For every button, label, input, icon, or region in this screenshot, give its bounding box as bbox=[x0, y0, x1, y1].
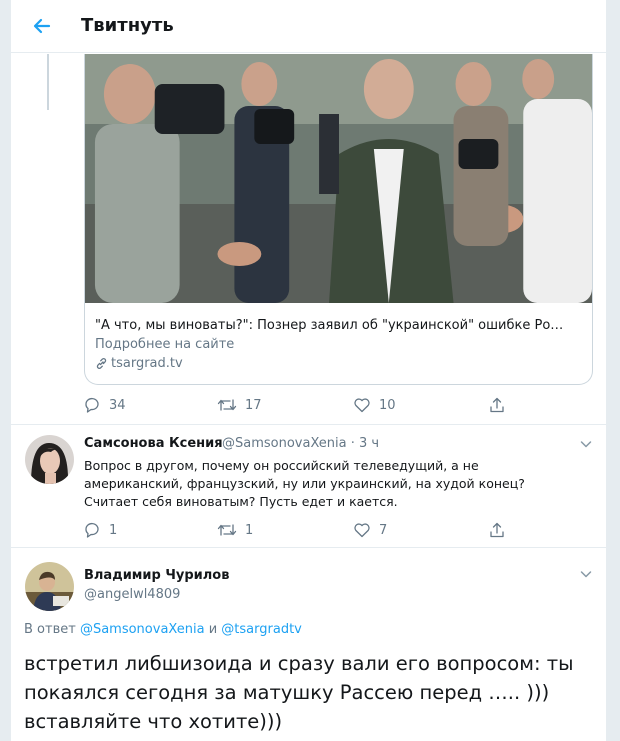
author-handle[interactable]: @angelwl4809 bbox=[84, 587, 180, 602]
reply-actions: 1 1 7 bbox=[83, 521, 523, 541]
in-reply-and: и bbox=[208, 622, 218, 637]
main-tweet: Владимир Чурилов @angelwl4809 В ответ @S… bbox=[11, 547, 606, 741]
reply-icon bbox=[85, 397, 99, 413]
retweet-icon bbox=[217, 524, 237, 536]
reply-text: Вопрос в другом, почему он российский те… bbox=[84, 458, 525, 509]
like-button[interactable]: 10 bbox=[353, 396, 396, 414]
back-button[interactable] bbox=[28, 12, 56, 40]
heart-icon bbox=[354, 523, 370, 538]
reply-count: 1 bbox=[109, 522, 118, 538]
chevron-down-icon[interactable] bbox=[579, 567, 593, 581]
avatar-photo bbox=[25, 562, 74, 611]
retweet-count: 17 bbox=[245, 397, 262, 413]
share-button[interactable] bbox=[488, 521, 506, 539]
retweet-count: 1 bbox=[245, 522, 254, 538]
retweet-icon bbox=[217, 399, 237, 411]
arrow-left-icon bbox=[33, 18, 51, 34]
card-photo bbox=[85, 54, 592, 303]
top-bar: Твитнуть bbox=[11, 0, 606, 53]
in-reply-prefix: В ответ bbox=[24, 622, 76, 637]
avatar-photo bbox=[25, 435, 74, 484]
in-reply-user-link[interactable]: @tsargradtv bbox=[221, 622, 302, 637]
reply-count: 34 bbox=[109, 397, 126, 413]
like-count: 10 bbox=[379, 397, 396, 413]
like-button[interactable]: 7 bbox=[353, 521, 387, 539]
tweet-page: Твитнуть "А что, мы виноваты?": Познер з… bbox=[10, 0, 607, 741]
page-title: Твитнуть bbox=[81, 15, 174, 36]
card-headline: "А что, мы виноваты?": Познер заявил об … bbox=[95, 318, 564, 333]
link-card[interactable]: "А что, мы виноваты?": Познер заявил об … bbox=[84, 54, 593, 385]
thread-line bbox=[47, 54, 49, 110]
retweet-button[interactable]: 1 bbox=[217, 521, 253, 539]
tweet-actions: 34 17 10 bbox=[83, 396, 523, 416]
card-domain[interactable]: tsargrad.tv bbox=[95, 356, 183, 371]
retweet-button[interactable]: 17 bbox=[217, 396, 262, 414]
heart-icon bbox=[354, 398, 370, 413]
author-name[interactable]: Владимир Чурилов bbox=[84, 568, 229, 583]
link-icon bbox=[96, 358, 107, 369]
share-button[interactable] bbox=[488, 396, 506, 414]
reply-author-name[interactable]: Самсонова Ксения bbox=[84, 436, 223, 451]
reply-tweet[interactable]: Самсонова Ксения @SamsonovaXenia · 3 ч В… bbox=[11, 425, 606, 547]
card-more-link[interactable]: Подробнее на сайте bbox=[95, 337, 234, 352]
reply-icon bbox=[85, 522, 99, 538]
reply-button[interactable]: 1 bbox=[83, 521, 117, 539]
chevron-down-icon[interactable] bbox=[579, 437, 593, 451]
share-icon bbox=[490, 397, 504, 413]
like-count: 7 bbox=[379, 522, 388, 538]
in-reply-to: В ответ @SamsonovaXenia и @tsargradtv bbox=[24, 622, 302, 637]
avatar[interactable] bbox=[25, 562, 74, 611]
avatar[interactable] bbox=[25, 435, 74, 484]
reply-author-handle[interactable]: @SamsonovaXenia · 3 ч bbox=[222, 436, 379, 451]
share-icon bbox=[490, 522, 504, 538]
reply-button[interactable]: 34 bbox=[83, 396, 126, 414]
tweet-text: встретил либшизоида и сразу вали его воп… bbox=[24, 652, 574, 733]
card-domain-text: tsargrad.tv bbox=[111, 356, 183, 371]
in-reply-user-link[interactable]: @SamsonovaXenia bbox=[80, 622, 205, 637]
